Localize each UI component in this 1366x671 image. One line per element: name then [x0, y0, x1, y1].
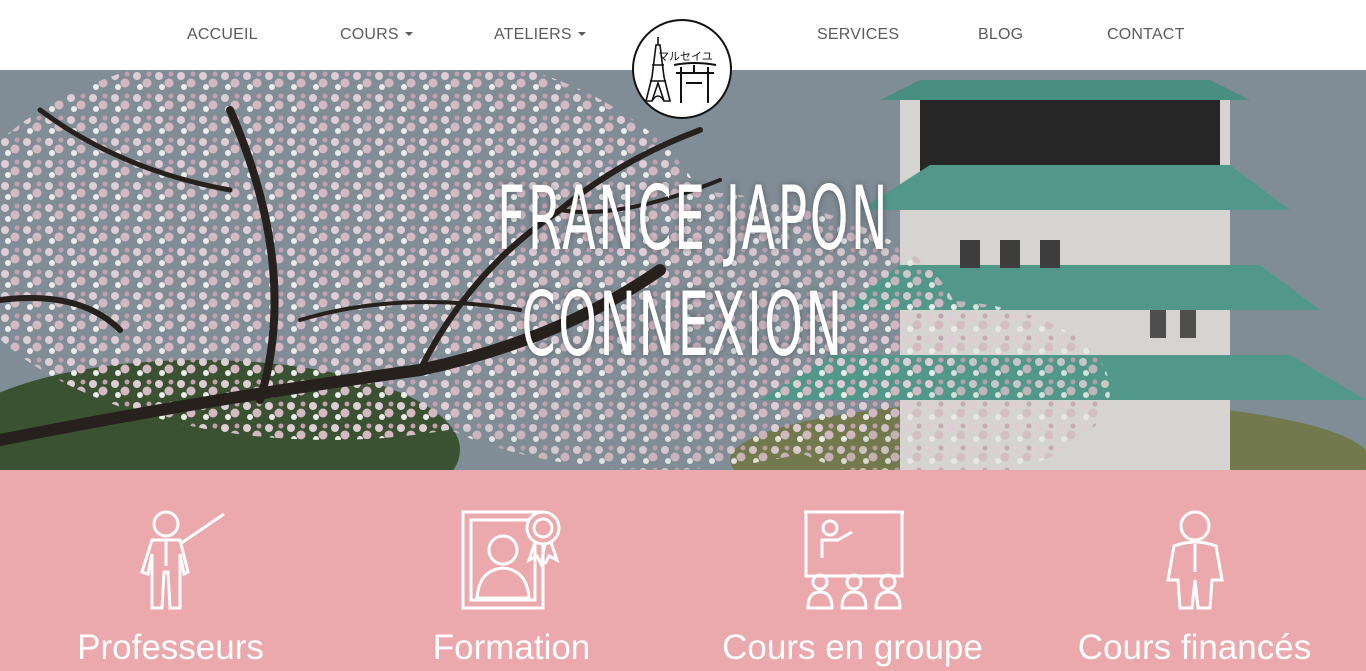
caret-down-icon: [577, 32, 586, 36]
certified-trainer-icon: [461, 510, 561, 610]
feature-label: Professeurs: [77, 628, 264, 667]
business-person-icon: [1166, 510, 1224, 610]
nav-ateliers[interactable]: ATELIERS: [494, 26, 586, 46]
nav-accueil[interactable]: ACCUEIL: [187, 26, 258, 46]
nav-services[interactable]: SERVICES: [817, 26, 899, 46]
feature-cours-groupe: Cours en groupe: [682, 470, 1023, 671]
eiffel-torii-logo-icon: [644, 37, 717, 103]
hero-banner: FRANCE JAPON CONNEXION: [0, 70, 1366, 470]
feature-label: Formation: [432, 628, 591, 667]
nav-ateliers-label: ATELIERS: [494, 26, 572, 43]
feature-professeurs: Professeurs: [0, 470, 341, 671]
logo-japanese-text: マルセイユ: [658, 50, 713, 63]
nav-accueil-label: ACCUEIL: [187, 26, 258, 43]
nav-contact-label: CONTACT: [1107, 26, 1185, 43]
hero-title-line1: FRANCE JAPON: [497, 167, 891, 270]
feature-formation: Formation: [341, 470, 682, 671]
nav-cours[interactable]: COURS: [340, 26, 413, 46]
nav-contact[interactable]: CONTACT: [1107, 26, 1185, 46]
feature-label: Cours financés: [1077, 628, 1312, 667]
nav-cours-label: COURS: [340, 26, 399, 43]
site-logo[interactable]: マルセイユ: [632, 19, 732, 119]
features-section: Professeurs Formation Cours en groupe Co…: [0, 470, 1366, 671]
group-class-icon: [804, 510, 904, 610]
hero-title-line2: CONNEXION: [521, 273, 845, 376]
feature-label: Cours en groupe: [722, 628, 983, 667]
feature-cours-finances: Cours financés: [1024, 470, 1365, 671]
teacher-pointer-icon: [140, 510, 225, 610]
nav-services-label: SERVICES: [817, 26, 900, 43]
nav-blog[interactable]: BLOG: [978, 26, 1023, 46]
caret-down-icon: [404, 32, 413, 36]
nav-blog-label: BLOG: [978, 26, 1024, 43]
